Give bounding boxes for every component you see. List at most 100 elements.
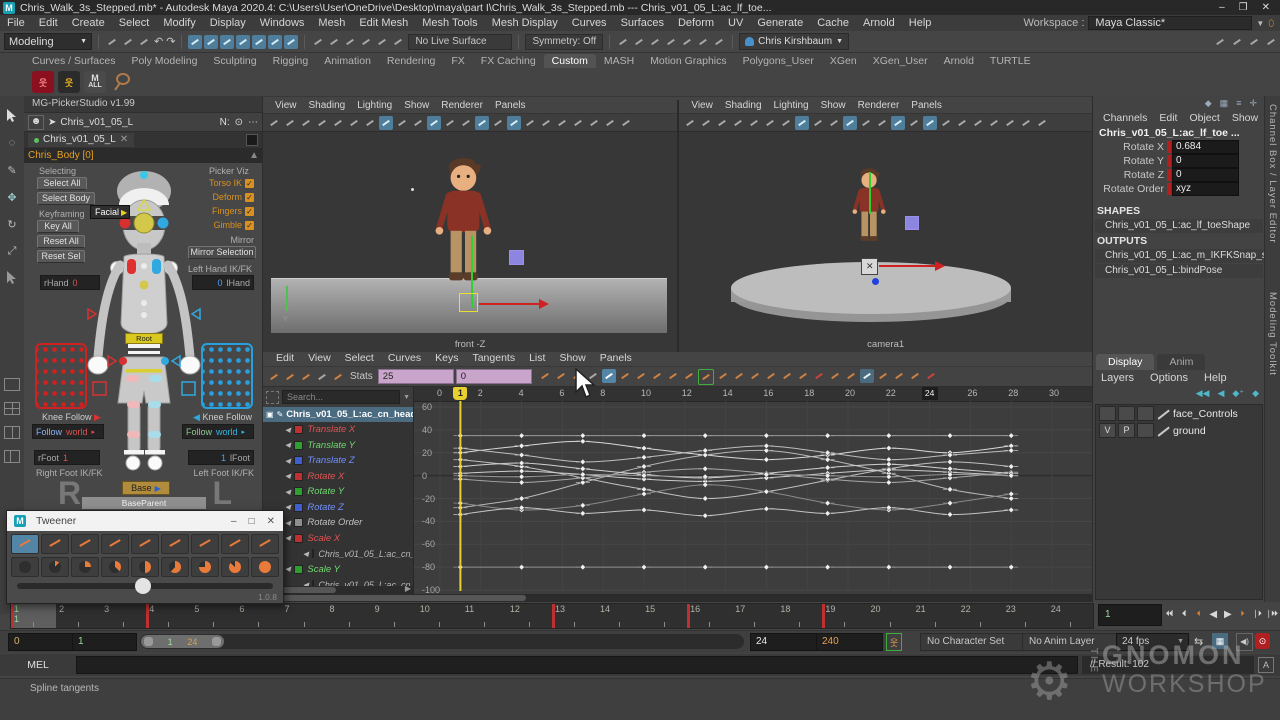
new-layer-icon[interactable]: ◆⁺	[1232, 388, 1244, 399]
toolbar-icon[interactable]	[748, 369, 762, 383]
curve-color-swatch[interactable]	[294, 487, 303, 496]
channel-value-field[interactable]: 0	[1172, 154, 1239, 168]
channel-row-rotate-z[interactable]: Rotate Z0	[1093, 168, 1265, 182]
selected-key-frame-box[interactable]	[459, 293, 478, 312]
tweener-preset-button[interactable]	[71, 557, 99, 577]
selected-control-box[interactable]: ✕	[861, 258, 878, 275]
toolbar-icon[interactable]	[891, 116, 905, 130]
character-mesh[interactable]	[433, 154, 493, 312]
toolbar-icon[interactable]	[764, 369, 778, 383]
toolbar-icon[interactable]	[283, 116, 297, 130]
stats-frame-field[interactable]: 25	[378, 369, 454, 384]
tweener-mode-button[interactable]	[11, 534, 39, 554]
mute-icon[interactable]: ◀	[303, 550, 308, 558]
toolbar-icon[interactable]	[1264, 35, 1278, 49]
close-icon[interactable]: ✕	[120, 133, 128, 147]
layout-two-pane-icon[interactable]	[4, 426, 20, 439]
close-button[interactable]: ✕	[1262, 2, 1270, 13]
timeline-frame-7[interactable]: 7	[281, 604, 326, 628]
toolbar-icon[interactable]	[648, 35, 662, 49]
animation-start-field[interactable]: 0	[8, 633, 73, 651]
toolbar-icon[interactable]	[680, 35, 694, 49]
timeline-frame-10[interactable]: 10	[417, 604, 462, 628]
toolbar-icon[interactable]	[121, 35, 135, 49]
picker-refresh-icon[interactable]: ⊙	[235, 117, 243, 128]
tweener-mode-button[interactable]	[161, 534, 189, 554]
toolbar-icon[interactable]	[747, 116, 761, 130]
range-start-grip[interactable]	[144, 637, 153, 646]
move-layer-up-icon[interactable]: ◀◀	[1196, 388, 1210, 399]
mel-label[interactable]: MEL	[0, 659, 76, 671]
toolbar-icon[interactable]	[859, 116, 873, 130]
toolbar-icon[interactable]	[666, 369, 680, 383]
camera1-viewport-menu-panels[interactable]: Panels	[905, 100, 948, 113]
fingers-checkbox[interactable]: Fingers✓	[212, 206, 254, 216]
curve-color-swatch[interactable]	[312, 549, 314, 558]
graph-editor-menu-keys[interactable]: Keys	[428, 352, 465, 366]
picker-character-name[interactable]: Chris_v01_05_L	[60, 117, 133, 128]
toolbar-icon[interactable]	[860, 369, 874, 383]
toolbar-icon[interactable]	[955, 116, 969, 130]
toolbar-icon[interactable]	[843, 116, 857, 130]
outliner-channel-scale-y[interactable]: ◀Scale Y	[263, 562, 413, 578]
channel-box-menu-channels[interactable]: Channels	[1097, 112, 1153, 124]
toolbar-icon[interactable]	[712, 35, 726, 49]
toolbar-icon[interactable]	[363, 116, 377, 130]
graph-editor-menu-show[interactable]: Show	[552, 352, 592, 366]
tweener-preset-button[interactable]	[161, 557, 189, 577]
toolbar-icon[interactable]	[204, 35, 218, 49]
tweener-mode-button[interactable]	[221, 534, 249, 554]
channel-value-field[interactable]: xyz	[1172, 182, 1239, 196]
graph-editor-menu-view[interactable]: View	[301, 352, 338, 366]
shelf-tab-fx[interactable]: FX	[443, 54, 472, 68]
character-mesh[interactable]	[851, 166, 891, 262]
outliner-root-node[interactable]: ▣ ✎ Chris_v01_05_L:ac_cn_head ▲	[263, 407, 413, 422]
picker-yellow-shelf-icon[interactable]: 웃	[58, 71, 80, 93]
menu-deform[interactable]: Deform	[671, 17, 721, 29]
right-finger-picker-grid[interactable]	[201, 343, 253, 409]
menu-modify[interactable]: Modify	[156, 17, 202, 29]
racket-shelf-icon[interactable]	[110, 71, 132, 93]
tab-modeling-toolkit[interactable]: Modeling Toolkit	[1267, 292, 1278, 376]
move-tool-icon[interactable]: ✥	[4, 189, 20, 205]
toolbar-icon[interactable]	[828, 369, 842, 383]
toolbar-icon[interactable]	[491, 116, 505, 130]
menu-edit[interactable]: Edit	[32, 17, 65, 29]
toolbar-icon[interactable]	[696, 35, 710, 49]
toolbar-icon[interactable]	[632, 35, 646, 49]
toolbar-icon[interactable]	[634, 369, 648, 383]
maximize-button[interactable]: □	[249, 516, 255, 527]
graph-editor-menu-panels[interactable]: Panels	[593, 352, 639, 366]
tweener-mode-button[interactable]	[101, 534, 129, 554]
tweener-mode-button[interactable]	[71, 534, 99, 554]
shelf-tab-motion-graphics[interactable]: Motion Graphics	[642, 54, 734, 68]
time-slider[interactable]: 1123456789101112131415161718192021222324	[10, 603, 1094, 629]
reset-sel-button[interactable]: Reset Sel	[37, 250, 85, 263]
toolbar-icon[interactable]	[907, 116, 921, 130]
toolbar-icon[interactable]	[715, 116, 729, 130]
toolbar-icon[interactable]	[220, 35, 234, 49]
rotate-tool-icon[interactable]: ↻	[4, 216, 20, 232]
toolbar-icon[interactable]	[619, 116, 633, 130]
toolbar-icon[interactable]	[236, 35, 250, 49]
mute-icon[interactable]: ◀	[285, 534, 290, 542]
toolbar-icon[interactable]	[796, 369, 810, 383]
workspace-select[interactable]: Maya Classic*	[1088, 16, 1252, 30]
toolbar-icon[interactable]	[602, 369, 616, 383]
menu-file[interactable]: File	[0, 17, 32, 29]
lfoot-field[interactable]: 1lFoot	[188, 450, 254, 465]
tweener-slider[interactable]	[17, 583, 273, 589]
toolbar-icon[interactable]	[315, 370, 329, 384]
curve-color-swatch[interactable]	[294, 456, 303, 465]
menu-generate[interactable]: Generate	[750, 17, 810, 29]
timeline-frame-1[interactable]: 11	[11, 604, 56, 628]
graph-editor-menu-edit[interactable]: Edit	[269, 352, 301, 366]
timeline-frame-5[interactable]: 5	[191, 604, 236, 628]
shelf-tab-mash[interactable]: MASH	[596, 54, 642, 68]
step-back-frame-button[interactable]: ⏴❘	[1177, 609, 1191, 619]
shelf-tab-xgen-user[interactable]: XGen_User	[865, 54, 936, 68]
tab-anim[interactable]: Anim	[1157, 354, 1205, 370]
tweener-mode-button[interactable]	[41, 534, 69, 554]
channel-box-node-name[interactable]: Chris_v01_05_L:ac_lf_toe ...	[1093, 126, 1265, 140]
paint-select-tool-icon[interactable]: ✎	[4, 162, 20, 178]
